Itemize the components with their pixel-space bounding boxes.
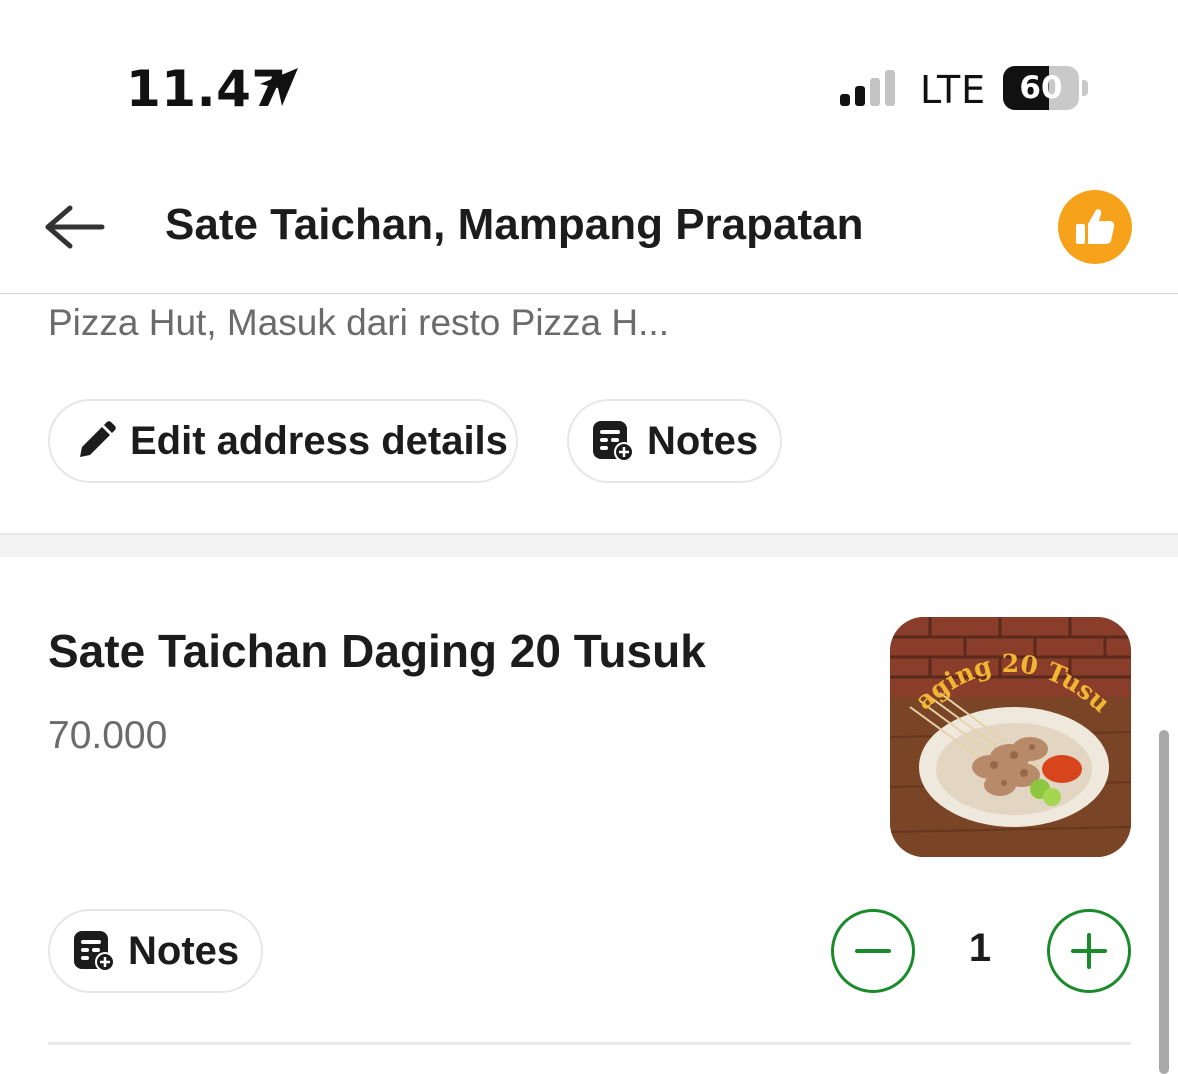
section-divider [0, 533, 1178, 557]
item-name: Sate Taichan Daging 20 Tusuk [48, 625, 706, 677]
like-button[interactable] [1058, 190, 1132, 264]
minus-icon [855, 949, 891, 953]
item-notes-label: Notes [128, 928, 240, 973]
page-title: Sate Taichan, Mampang Prapatan [165, 200, 864, 249]
edit-address-label: Edit address details [130, 418, 508, 463]
location-arrow-icon [260, 68, 298, 106]
pencil-icon [80, 421, 116, 457]
note-add-icon [74, 931, 115, 972]
increase-quantity-button[interactable] [1047, 909, 1131, 993]
address-notes-label: Notes [647, 418, 759, 463]
item-notes-button[interactable]: Notes [48, 909, 263, 993]
network-type: LTE [920, 68, 987, 112]
cellular-signal-icon [840, 70, 895, 106]
address-notes-button[interactable]: Notes [567, 399, 782, 483]
battery-icon: 60 [1003, 66, 1089, 110]
edit-address-button[interactable]: Edit address details [48, 399, 518, 483]
status-bar: 11.47 LTE 60 [0, 0, 1178, 150]
battery-level: 60 [1019, 70, 1063, 106]
item-image: Daging 20 Tusuk [890, 617, 1131, 857]
item-price: 70.000 [48, 714, 168, 757]
note-add-icon [593, 421, 634, 462]
header-bar: Sate Taichan, Mampang Prapatan [0, 160, 1178, 294]
address-text: Pizza Hut, Masuk dari resto Pizza H... [48, 302, 669, 343]
plus-icon [1071, 933, 1107, 969]
scrollbar[interactable] [1159, 730, 1169, 1074]
thumbs-up-icon [1076, 209, 1115, 244]
back-button[interactable] [40, 202, 110, 252]
item-divider [48, 1042, 1131, 1045]
arrow-left-icon [45, 205, 105, 249]
decrease-quantity-button[interactable] [831, 909, 915, 993]
quantity-value: 1 [968, 926, 992, 970]
